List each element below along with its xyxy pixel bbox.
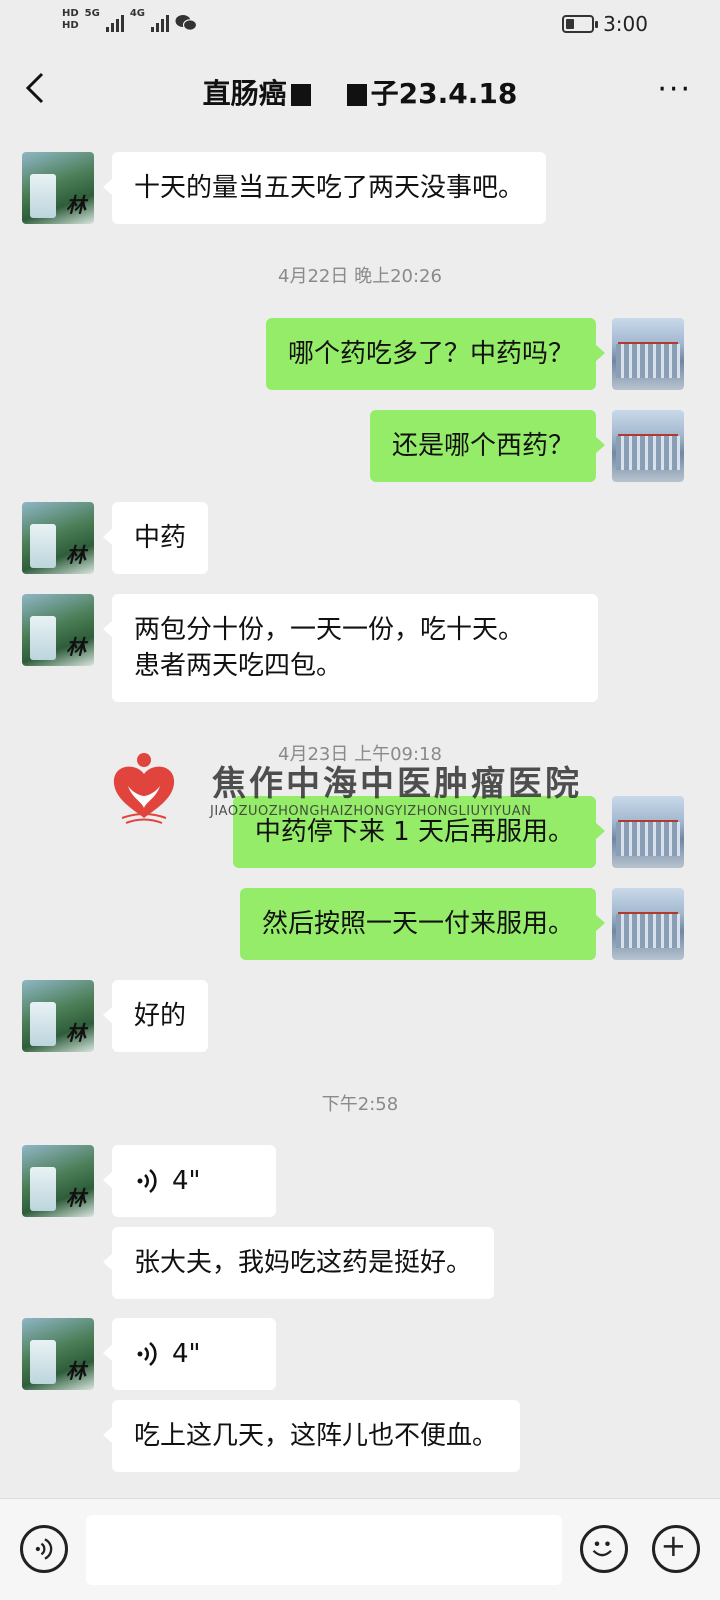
redaction-mark-2 — [346, 84, 367, 106]
chat-title: 直肠癌 子23.4.18 — [0, 72, 720, 112]
voice-duration: 4" — [172, 1339, 201, 1369]
self-avatar[interactable] — [612, 796, 684, 868]
voice-wave-icon — [137, 1168, 157, 1194]
hd-badge-1: HD — [62, 8, 79, 19]
contact-avatar[interactable]: 林 — [22, 594, 94, 666]
clock: 3:00 — [603, 12, 648, 36]
incoming-message[interactable]: 十天的量当五天吃了两天没事吧。 — [102, 152, 547, 224]
incoming-message[interactable]: 好的 — [102, 980, 209, 1052]
voice-message[interactable]: 4" — [103, 1145, 276, 1217]
voice-message[interactable]: 4" — [103, 1318, 276, 1390]
title-end: 子23.4.18 — [370, 77, 518, 110]
battery-icon — [562, 15, 598, 33]
contact-avatar[interactable]: 林 — [22, 980, 94, 1052]
message-line: 患者两天吃四包。 — [134, 651, 343, 681]
message-input[interactable] — [86, 1515, 562, 1585]
signal-icon-2 — [151, 14, 170, 32]
outgoing-message[interactable]: 还是哪个西药？ — [369, 410, 606, 482]
network-5g: 5G — [84, 8, 100, 19]
network-4g: 4G — [129, 8, 146, 19]
voice-input-icon[interactable] — [20, 1525, 68, 1573]
timestamp: 4月22日 晚上20:26 — [278, 266, 442, 287]
incoming-message[interactable]: 中药 — [102, 502, 209, 574]
outgoing-message[interactable]: 哪个药吃多了？中药吗？ — [265, 318, 606, 390]
self-avatar[interactable] — [612, 888, 684, 960]
contact-avatar[interactable]: 林 — [22, 502, 94, 574]
emoji-icon[interactable] — [580, 1525, 628, 1573]
self-avatar[interactable] — [612, 410, 684, 482]
signal-area: HD HD 5G 4G — [62, 8, 198, 32]
voice-wave-icon — [137, 1341, 157, 1367]
outgoing-message[interactable]: 中药停下来 1 天后再服用。 — [232, 796, 606, 868]
plus-icon[interactable] — [652, 1525, 700, 1573]
self-avatar[interactable] — [612, 318, 684, 390]
timestamp: 下午2:58 — [321, 1094, 399, 1115]
message-line: 两包分十份，一天一份，吃十天。 — [134, 615, 525, 645]
chat-header: 直肠癌 子23.4.18 ··· — [0, 50, 720, 134]
signal-icon — [105, 14, 124, 32]
incoming-message[interactable]: 两包分十份，一天一份，吃十天。 患者两天吃四包。 — [103, 594, 598, 702]
hd-badge-2: HD — [62, 20, 79, 31]
title-start: 直肠癌 — [202, 77, 287, 110]
incoming-message[interactable]: 张大夫，我妈吃这药是挺好。 — [102, 1227, 495, 1299]
contact-avatar[interactable]: 林 — [22, 152, 94, 224]
incoming-message[interactable]: 吃上这几天，这阵儿也不便血。 — [102, 1400, 521, 1472]
input-bar — [0, 1498, 720, 1600]
more-icon[interactable]: ··· — [657, 75, 692, 105]
outgoing-message[interactable]: 然后按照一天一付来服用。 — [239, 888, 606, 960]
timestamp: 4月23日 上午09:18 — [278, 744, 442, 765]
wechat-icon — [175, 15, 198, 31]
redaction-mark — [290, 84, 311, 106]
voice-duration: 4" — [172, 1166, 201, 1196]
status-bar: HD HD 5G 4G 3:00 — [0, 0, 720, 50]
contact-avatar[interactable]: 林 — [22, 1145, 94, 1217]
contact-avatar[interactable]: 林 — [22, 1318, 94, 1390]
